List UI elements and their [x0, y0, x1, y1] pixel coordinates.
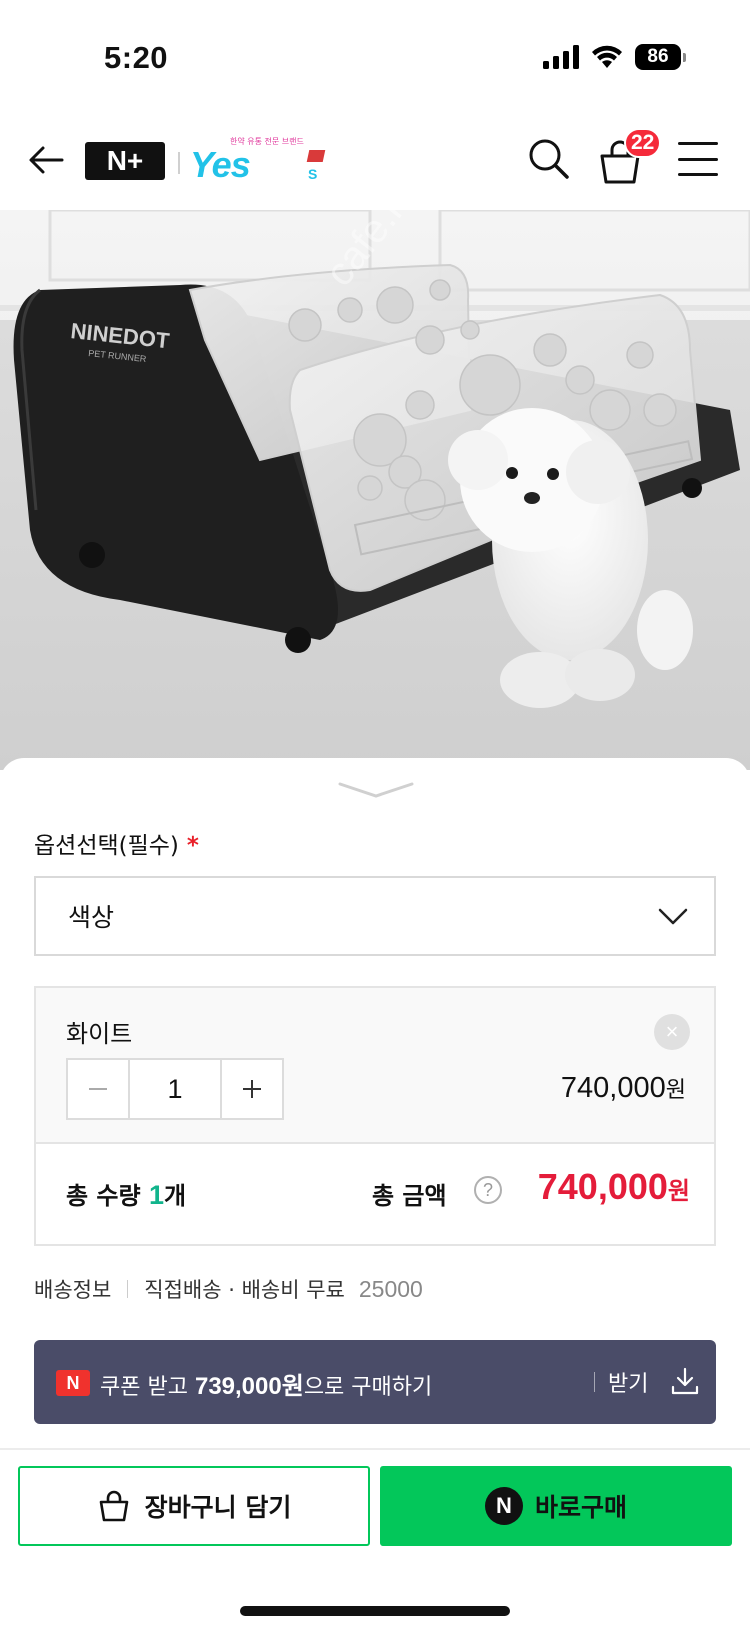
- item-price: 740,000원: [561, 1072, 686, 1105]
- status-bar: 5:20 86: [0, 0, 750, 110]
- npay-icon: N: [484, 1487, 523, 1525]
- naver-plus-logo-text: N+: [106, 145, 144, 176]
- back-button[interactable]: [24, 138, 68, 182]
- total-amount-value: 740,000: [537, 1166, 668, 1207]
- total-quantity-value: 1: [148, 1180, 164, 1210]
- download-icon[interactable]: [670, 1366, 700, 1396]
- header-divider: [178, 152, 180, 174]
- delivery-method: 직접배송 · 배송비 무료: [144, 1278, 345, 1302]
- home-indicator[interactable]: [240, 1606, 510, 1616]
- store-logo-flag: [306, 150, 326, 162]
- delivery-divider: [127, 1280, 129, 1298]
- search-button[interactable]: [526, 136, 572, 182]
- chevron-down-icon: [658, 908, 688, 925]
- action-bar-divider: [0, 1448, 750, 1450]
- back-arrow-icon: [29, 146, 64, 174]
- add-to-cart-label: 장바구니 담기: [144, 1493, 292, 1522]
- coupon-text-prefix: 쿠폰 받고: [100, 1375, 188, 1400]
- increase-quantity-button[interactable]: [220, 1060, 282, 1118]
- buy-now-button[interactable]: N 바로구매: [380, 1466, 732, 1546]
- total-amount: 740,000원: [538, 1166, 690, 1208]
- search-icon: [529, 139, 569, 179]
- naver-plus-logo[interactable]: N+: [85, 142, 165, 180]
- add-to-cart-button[interactable]: 장바구니 담기: [18, 1466, 370, 1546]
- delivery-code: 25000: [358, 1275, 423, 1302]
- battery-icon: 86: [635, 44, 686, 70]
- delivery-info: 배송정보 직접배송 · 배송비 무료 25000: [34, 1274, 423, 1304]
- remove-option-button[interactable]: ×: [654, 1014, 690, 1050]
- selected-option-box: 화이트 × 1 740,000원 총 수량 1개 총 금액 ? 740,000원: [34, 986, 716, 1246]
- sheet-collapse-chevron-icon[interactable]: [338, 780, 414, 800]
- store-logo[interactable]: 한약 유통 전문 브랜드 Yes S: [190, 136, 340, 186]
- store-logo-name: Yes: [190, 144, 251, 185]
- quantity-value[interactable]: 1: [130, 1060, 220, 1118]
- total-quantity: 총 수량 1개: [66, 1176, 186, 1211]
- total-amount-unit: 원: [667, 1177, 690, 1205]
- cart-count-badge: 22: [624, 128, 662, 158]
- item-price-unit: 원: [665, 1078, 686, 1103]
- coupon-banner[interactable]: N 쿠폰 받고 739,000원으로 구매하기 받기: [34, 1340, 716, 1424]
- coupon-divider: [594, 1372, 595, 1392]
- help-icon[interactable]: ?: [474, 1176, 502, 1204]
- coupon-get-button[interactable]: 받기: [608, 1366, 648, 1398]
- total-row: 총 수량 1개 총 금액 ? 740,000원: [36, 1144, 714, 1244]
- status-icons: 86: [543, 44, 686, 70]
- product-photo: NINEDOT PET RUNNER: [0, 210, 750, 770]
- coupon-text: 쿠폰 받고 739,000원으로 구매하기: [100, 1366, 432, 1401]
- quantity-stepper: 1: [66, 1058, 284, 1120]
- decrease-quantity-button[interactable]: [68, 1060, 130, 1118]
- plus-icon: [243, 1080, 261, 1098]
- status-time: 5:20: [104, 40, 169, 75]
- selected-option-name: 화이트: [66, 1020, 133, 1048]
- cart-bag-icon: [99, 1490, 128, 1522]
- cart-button[interactable]: 22: [598, 128, 662, 184]
- close-icon: ×: [665, 1019, 679, 1044]
- color-select-value: 색상: [68, 903, 115, 932]
- battery-level: 86: [635, 44, 681, 70]
- hamburger-menu-icon: [678, 142, 718, 145]
- delivery-label: 배송정보: [34, 1278, 112, 1302]
- coupon-text-suffix: 으로 구매하기: [303, 1375, 433, 1400]
- menu-button[interactable]: [678, 142, 718, 176]
- signal-icon: [543, 45, 579, 69]
- option-title-text: 옵션선택(필수): [34, 833, 179, 859]
- naver-coupon-icon: N: [56, 1370, 90, 1396]
- product-image[interactable]: NINEDOT PET RUNNER: [0, 210, 750, 770]
- option-section-title: 옵션선택(필수) *: [34, 826, 199, 860]
- item-price-value: 740,000: [560, 1072, 666, 1104]
- minus-icon: [89, 1088, 107, 1090]
- total-amount-label: 총 금액: [372, 1182, 447, 1210]
- color-select-dropdown[interactable]: 색상: [34, 876, 716, 956]
- required-mark: *: [186, 833, 199, 859]
- total-quantity-unit: 개: [164, 1182, 187, 1210]
- selected-option-row: 화이트 × 1 740,000원: [36, 988, 714, 1144]
- wifi-icon: [592, 45, 622, 68]
- coupon-amount: 739,000원: [194, 1373, 304, 1400]
- app-header: N+ 한약 유통 전문 브랜드 Yes S 22: [0, 110, 750, 210]
- option-bottom-sheet: 옵션선택(필수) * 색상 화이트 × 1 740,000원 총 수량 1개 총…: [0, 758, 750, 1630]
- total-quantity-label: 총 수량: [66, 1182, 141, 1210]
- buy-now-label: 바로구매: [534, 1493, 627, 1522]
